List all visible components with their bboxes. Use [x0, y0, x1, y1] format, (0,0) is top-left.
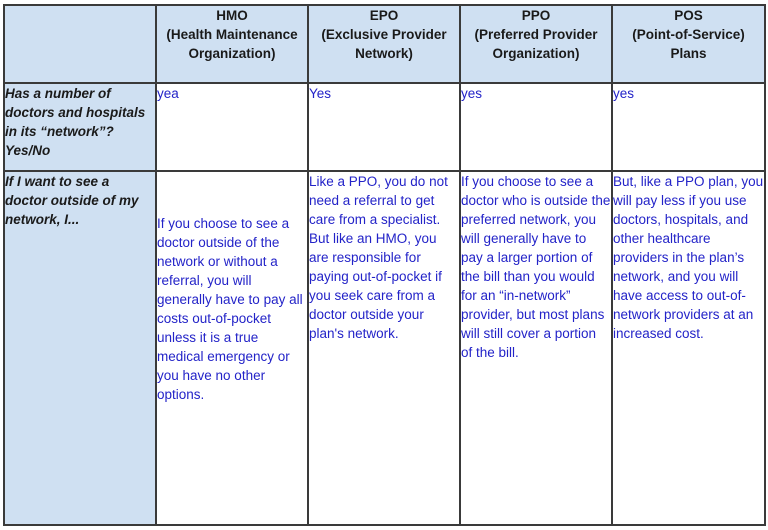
column-header-hmo: HMO (Health Maintenance Organization)	[155, 4, 309, 84]
plan-full-name: (Exclusive Provider	[321, 27, 447, 42]
cell-out-of-network-ppo: If you choose to see a doctor who is out…	[459, 170, 613, 526]
table-row-network-question: Has a number of doctors and hospitals in…	[3, 82, 766, 172]
table-row-out-of-network: If I want to see a doctor outside of my …	[3, 170, 766, 526]
plan-full-name-cont: Network)	[355, 46, 413, 61]
cell-text: Yes	[309, 86, 332, 101]
plan-acronym: HMO	[216, 8, 248, 23]
cell-text: Like a PPO, you do not need a referral t…	[309, 174, 448, 341]
column-header-ppo: PPO (Preferred Provider Organization)	[459, 4, 613, 84]
cell-text: yes	[613, 86, 635, 101]
row-label-text: Has a number of doctors and hospitals in…	[5, 86, 146, 158]
column-header-pos: POS (Point-of-Service) Plans	[611, 4, 766, 84]
corner-cell	[3, 4, 157, 84]
row-label-network: Has a number of doctors and hospitals in…	[3, 82, 157, 172]
row-label-text: If I want to see a doctor outside of my …	[5, 174, 139, 227]
cell-text: yes	[461, 86, 483, 101]
cell-text: If you choose to see a doctor who is out…	[461, 174, 611, 360]
plan-full-name: (Point-of-Service)	[632, 27, 745, 42]
header-row: HMO (Health Maintenance Organization) EP…	[3, 4, 766, 84]
plan-acronym: PPO	[521, 8, 551, 23]
plan-full-name-cont: Plans	[670, 46, 707, 61]
cell-network-pos: yes	[611, 82, 766, 172]
health-plan-comparison-table: HMO (Health Maintenance Organization) EP…	[3, 4, 766, 526]
plan-full-name-cont: Organization)	[492, 46, 580, 61]
plan-acronym: EPO	[369, 8, 399, 23]
row-label-out-of-network: If I want to see a doctor outside of my …	[3, 170, 157, 526]
plan-full-name-cont: Organization)	[188, 46, 276, 61]
column-header-epo: EPO (Exclusive Provider Network)	[307, 4, 461, 84]
cell-out-of-network-pos: But, like a PPO plan, you will pay less …	[611, 170, 766, 526]
plan-full-name: (Health Maintenance	[166, 27, 298, 42]
cell-out-of-network-hmo: If you choose to see a doctor outside of…	[155, 170, 309, 526]
cell-network-hmo: yea	[155, 82, 309, 172]
cell-network-ppo: yes	[459, 82, 613, 172]
cell-text: yea	[157, 86, 179, 101]
cell-network-epo: Yes	[307, 82, 461, 172]
plan-acronym: POS	[674, 8, 703, 23]
cell-text: If you choose to see a doctor outside of…	[157, 216, 303, 402]
plan-full-name: (Preferred Provider	[474, 27, 598, 42]
cell-out-of-network-epo: Like a PPO, you do not need a referral t…	[307, 170, 461, 526]
cell-text: But, like a PPO plan, you will pay less …	[613, 174, 764, 341]
